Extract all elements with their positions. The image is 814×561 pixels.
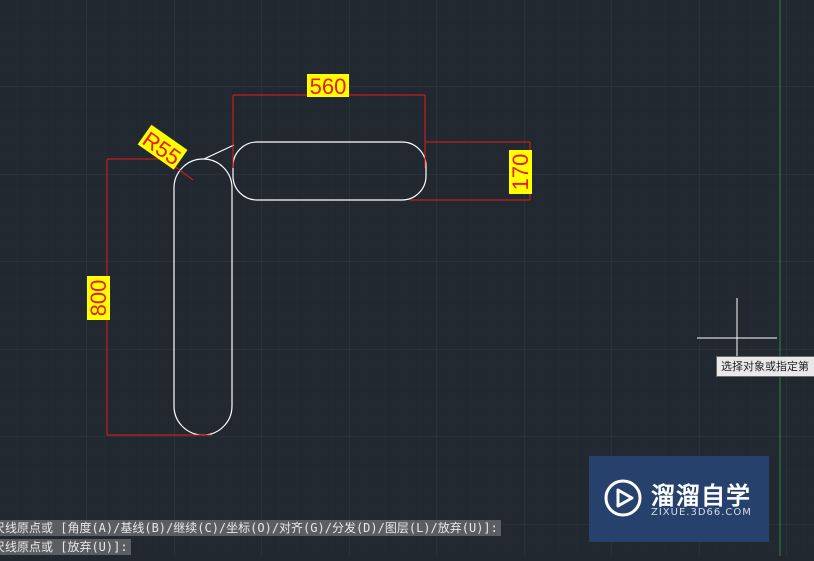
command-history: 尺线原点或 [角度(A)/基线(B)/继续(C)/坐标(O)/对齐(G)/分发(… bbox=[0, 518, 814, 556]
command-history-line: 尺线原点或 [角度(A)/基线(B)/继续(C)/坐标(O)/对齐(G)/分发(… bbox=[0, 520, 501, 536]
cursor-tooltip: 选择对象或指定第 bbox=[716, 356, 814, 377]
play-logo-icon bbox=[604, 479, 642, 517]
dimension-left-label: 800 bbox=[86, 280, 111, 317]
dimension-right-label: 170 bbox=[508, 154, 533, 191]
command-history-line: 尺线原点或 [放弃(U)]: bbox=[0, 539, 131, 555]
dimension-top-label: 560 bbox=[310, 74, 347, 99]
watermark-subtitle: ZIXUE.3D66.COM bbox=[651, 507, 752, 518]
watermark-title: 溜溜自学 bbox=[651, 482, 751, 510]
